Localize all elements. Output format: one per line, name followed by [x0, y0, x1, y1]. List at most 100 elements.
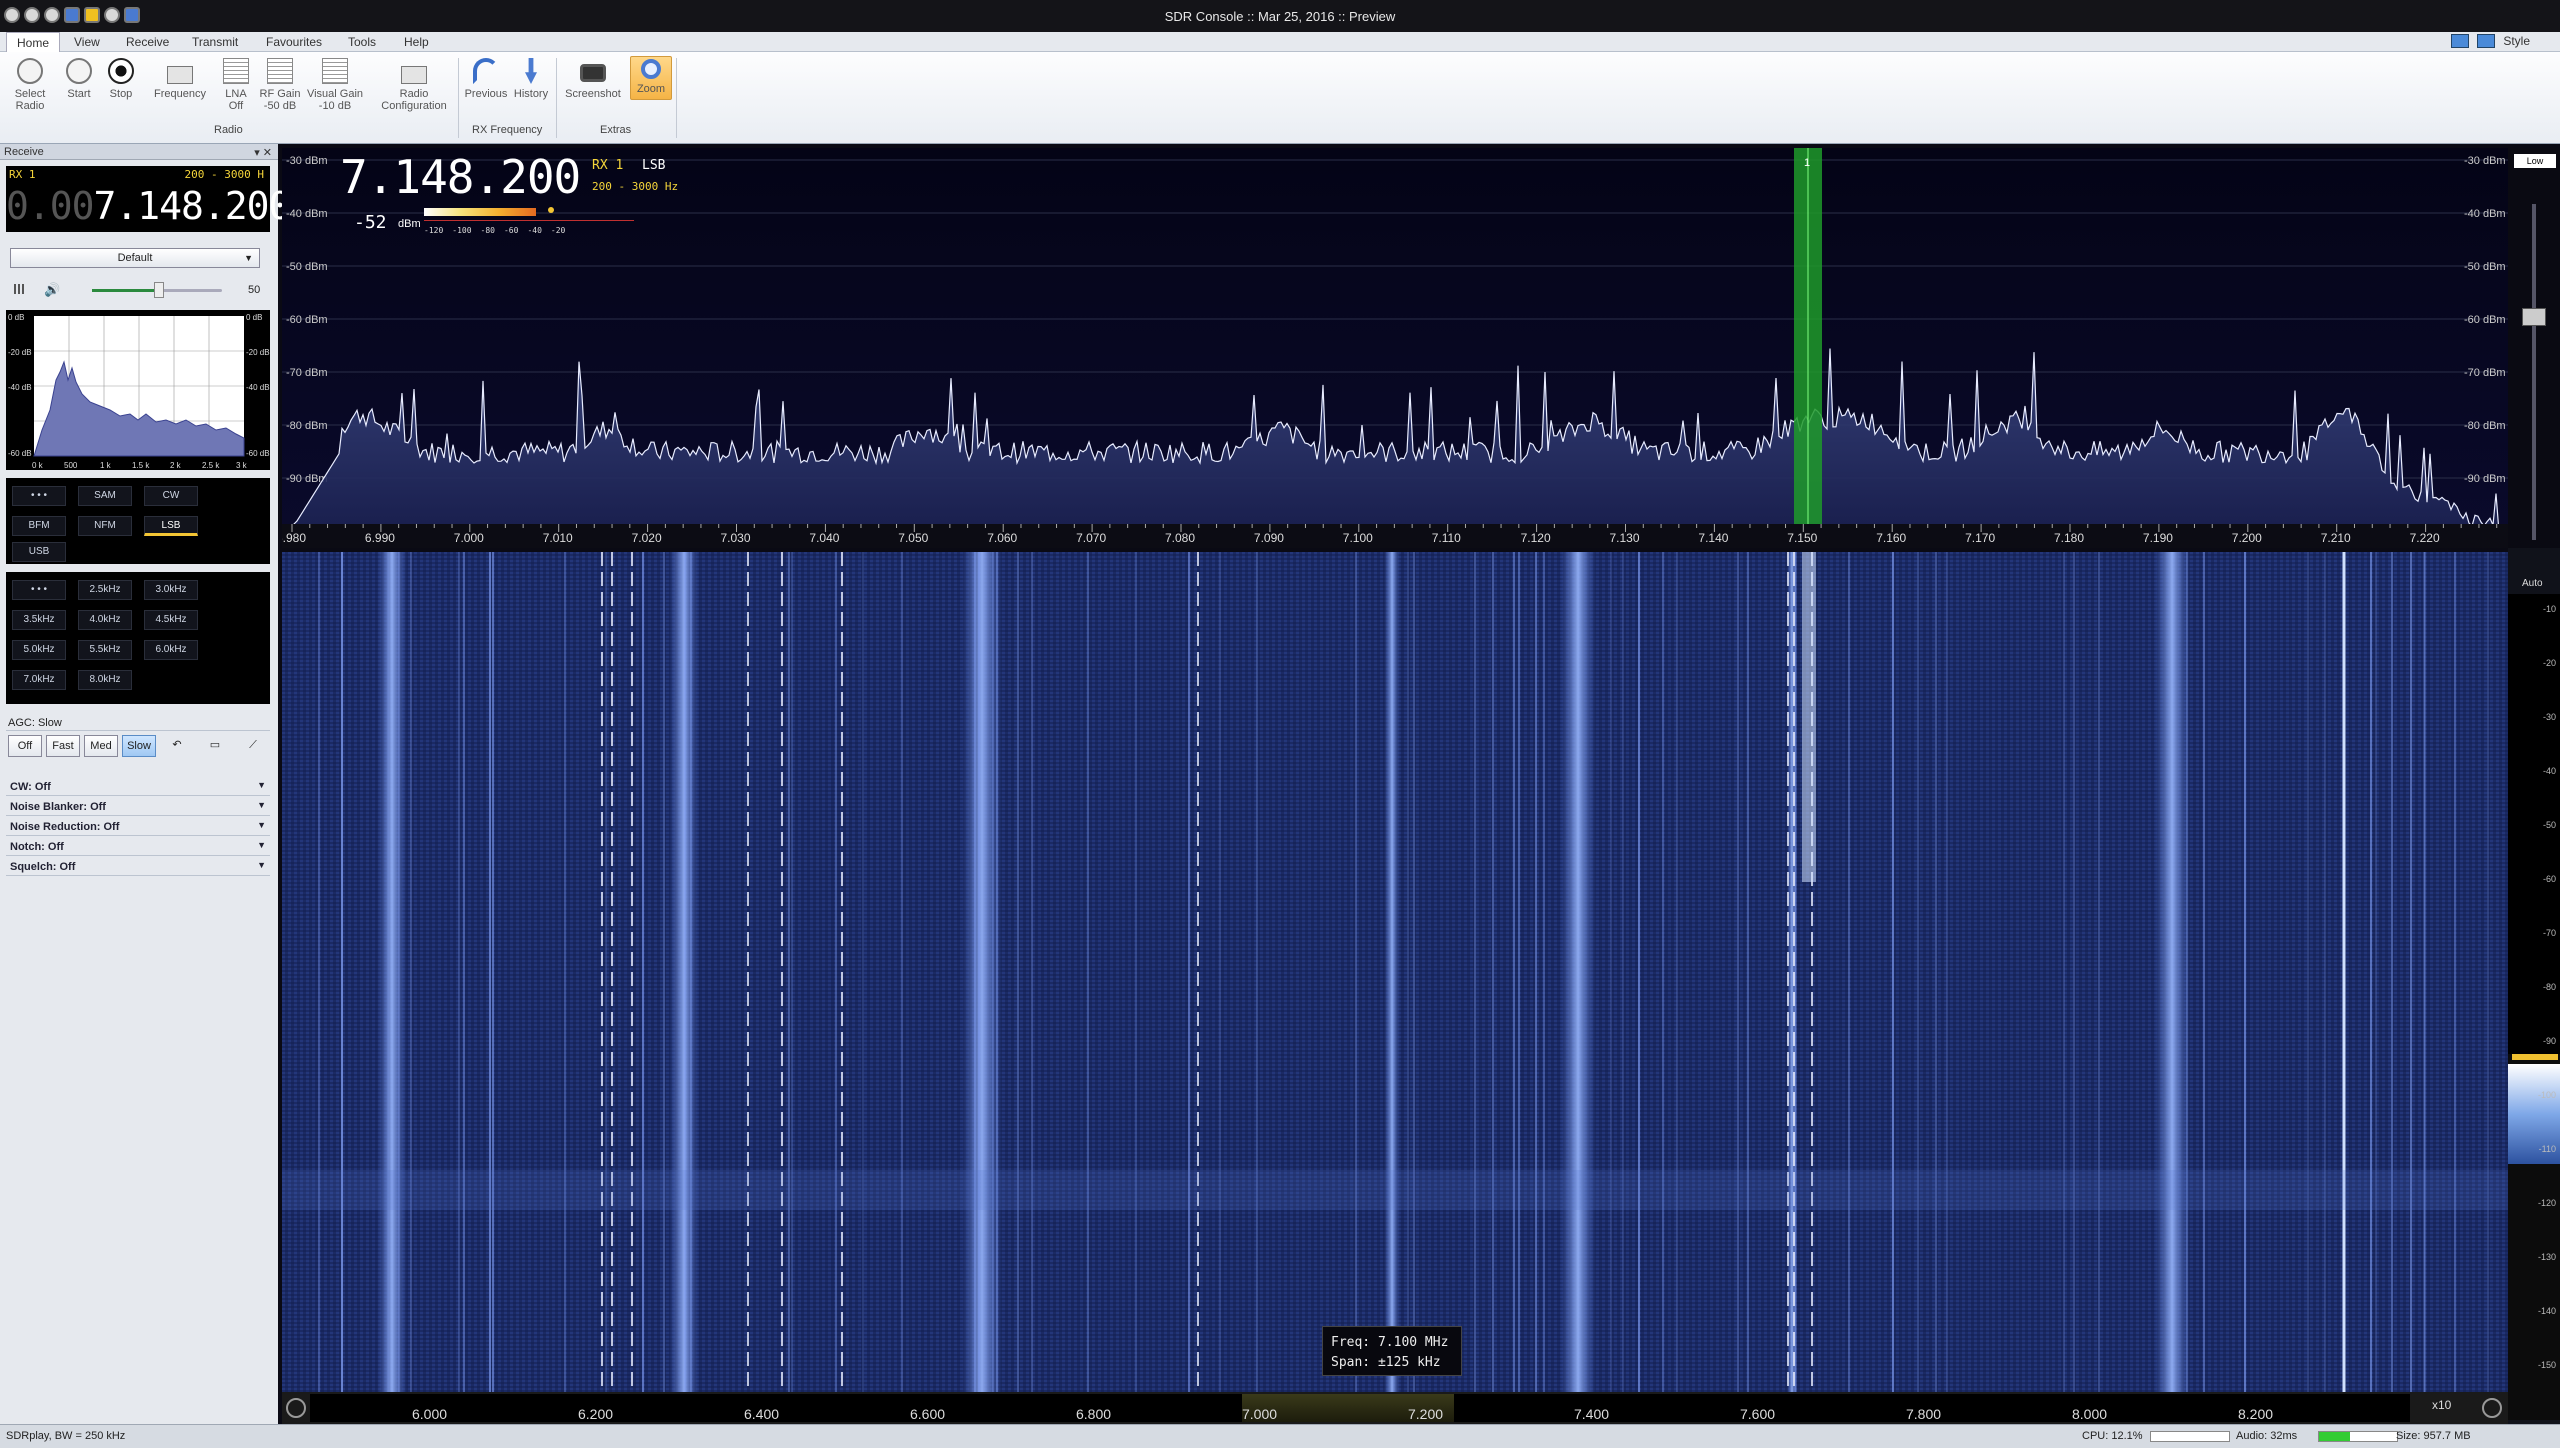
waterfall-scale[interactable]: -10 -20 -30 -40 -50 -60 -70 -80 -90 -100 -110 -120 -…: [2508, 594, 2560, 1420]
tab-transmit[interactable]: Transmit: [192, 35, 238, 49]
tab-view[interactable]: View: [74, 35, 100, 49]
filter-button[interactable]: 4.5kHz: [144, 610, 198, 630]
waterfall-scale-label: -110: [2538, 1144, 2556, 1154]
separator: [458, 58, 459, 138]
spectrum-range-slider[interactable]: [2522, 308, 2546, 326]
waterfall-auto-button[interactable]: Auto: [2522, 578, 2543, 589]
select-radio-button[interactable]: Select Radio: [10, 58, 50, 112]
waterfall-active-signal: [1802, 552, 1816, 882]
frequency-label: 7.010: [543, 531, 573, 545]
filter-more-button[interactable]: • • •: [12, 580, 66, 600]
waterfall-level-marker[interactable]: [2512, 1054, 2558, 1060]
filter-button[interactable]: 3.5kHz: [12, 610, 66, 630]
mode-cw-button[interactable]: CW: [144, 486, 198, 506]
tab-home[interactable]: Home: [6, 32, 61, 53]
mode-bfm-button[interactable]: BFM: [12, 516, 66, 536]
ribbon: Select Radio Start Stop Frequency LNA Of…: [0, 52, 2560, 144]
mode-more-button[interactable]: • • •: [12, 486, 66, 506]
filter-button[interactable]: 5.5kHz: [78, 640, 132, 660]
mode-usb-button[interactable]: USB: [12, 542, 66, 562]
mode-nfm-button[interactable]: NFM: [78, 516, 132, 536]
signal-meter: [424, 207, 634, 222]
squelch-section[interactable]: Squelch: Off ▼: [6, 858, 270, 876]
frequency-button[interactable]: Frequency: [150, 58, 210, 100]
frequency-axis[interactable]: [282, 524, 2508, 548]
speaker-icon[interactable]: 🔊: [44, 282, 60, 298]
style-menu[interactable]: Style: [2503, 34, 2530, 48]
waterfall-scale-label: -10: [2542, 604, 2556, 614]
profile-dropdown[interactable]: Default ▼: [10, 248, 260, 268]
frequency-label: 7.040: [809, 531, 839, 545]
noise-blanker-section[interactable]: Noise Blanker: Off ▼: [6, 798, 270, 816]
radio-configuration-button[interactable]: Radio Configuration: [374, 58, 454, 112]
zoom-button[interactable]: Zoom: [630, 56, 672, 100]
svg-text:1 k: 1 k: [100, 461, 112, 470]
waterfall-display[interactable]: [282, 552, 2508, 1392]
waterfall-scale-label: -70: [2542, 928, 2556, 938]
mode-lsb-button[interactable]: LSB: [144, 516, 198, 536]
volume-slider[interactable]: [154, 282, 164, 298]
db-label-left: -50 dBm: [286, 261, 328, 273]
rf-gain-button[interactable]: RF Gain -50 dB: [256, 58, 304, 112]
tab-receive[interactable]: Receive: [126, 35, 169, 49]
meter-icon[interactable]: [14, 284, 26, 294]
filter-button[interactable]: 2.5kHz: [78, 580, 132, 600]
lna-button[interactable]: LNA Off: [220, 58, 252, 112]
filter-button[interactable]: 3.0kHz: [144, 580, 198, 600]
zoom-factor[interactable]: x10: [2432, 1398, 2451, 1412]
filter-button[interactable]: 6.0kHz: [144, 640, 198, 660]
status-bar: SDRplay, BW = 250 kHz CPU: 12.1% Audio: …: [0, 1424, 2560, 1448]
agc-header[interactable]: AGC: Slow: [6, 715, 270, 731]
notch-section[interactable]: Notch: Off ▼: [6, 838, 270, 856]
agc-fast-button[interactable]: Fast: [46, 735, 80, 757]
undo-icon[interactable]: ↶: [160, 735, 194, 757]
visual-gain-button[interactable]: Visual Gain -10 dB: [304, 58, 366, 112]
window-icon[interactable]: [2477, 34, 2496, 48]
svg-text:0 dB: 0 dB: [8, 313, 24, 322]
tuned-frequency[interactable]: 7.148.200: [340, 150, 581, 204]
screenshot-button[interactable]: Screenshot: [562, 58, 624, 100]
frequency-display[interactable]: RX 1 200 - 3000 H 0.007.148.200: [6, 166, 291, 232]
chevron-down-icon: ▼: [257, 820, 266, 830]
frequency-label: 6.990: [365, 531, 395, 545]
previous-button[interactable]: Previous: [462, 58, 510, 100]
frequency-label: 7.170: [1965, 531, 1995, 545]
scroll-left-icon[interactable]: [286, 1398, 306, 1418]
agc-settings-icon[interactable]: ▭: [198, 735, 232, 757]
band-tick-label: 7.600: [1740, 1406, 1776, 1422]
noise-reduction-section[interactable]: Noise Reduction: Off ▼: [6, 818, 270, 836]
previous-icon: [473, 58, 499, 84]
tab-tools[interactable]: Tools: [348, 35, 376, 49]
filter-button[interactable]: 7.0kHz: [12, 670, 66, 690]
band-bar: x10 6.000 6.200 6.400 6.600 6.800 7.000 7.200 7…: [282, 1392, 2508, 1424]
agc-off-button[interactable]: Off: [8, 735, 42, 757]
tab-favourites[interactable]: Favourites: [266, 35, 322, 49]
db-label-left: -30 dBm: [286, 155, 328, 167]
history-button[interactable]: History: [510, 58, 552, 100]
stop-button[interactable]: Stop: [104, 58, 138, 100]
close-icon[interactable]: ▾ ✕: [254, 146, 272, 159]
filter-button[interactable]: 5.0kHz: [12, 640, 66, 660]
agc-med-button[interactable]: Med: [84, 735, 118, 757]
mode-sam-button[interactable]: SAM: [78, 486, 132, 506]
tab-help[interactable]: Help: [404, 35, 429, 49]
svg-text:-20 dB: -20 dB: [246, 348, 270, 357]
cw-section[interactable]: CW: Off ▼: [6, 778, 270, 796]
chart-icon[interactable]: ⟋: [236, 735, 270, 757]
frequency-label: 7.080: [1165, 531, 1195, 545]
agc-slow-button[interactable]: Slow: [122, 735, 156, 757]
db-label-left: -70 dBm: [286, 367, 328, 379]
svg-text:-60 dB: -60 dB: [246, 449, 270, 458]
mode-label: LSB: [642, 158, 666, 173]
band-tick-label: 8.200: [2238, 1406, 2274, 1422]
keyboard-icon: [167, 66, 193, 84]
waterfall-plot[interactable]: [282, 552, 2508, 1392]
filter-button[interactable]: 8.0kHz: [78, 670, 132, 690]
frequency-label: 6.980: [282, 531, 306, 545]
start-button[interactable]: Start: [62, 58, 96, 100]
db-label-right: -60 dBm: [2464, 314, 2506, 326]
layout-icon[interactable]: [2451, 34, 2470, 48]
scroll-right-icon[interactable]: [2482, 1398, 2502, 1418]
filter-button[interactable]: 4.0kHz: [78, 610, 132, 630]
range-dropdown[interactable]: Low: [2514, 154, 2556, 168]
